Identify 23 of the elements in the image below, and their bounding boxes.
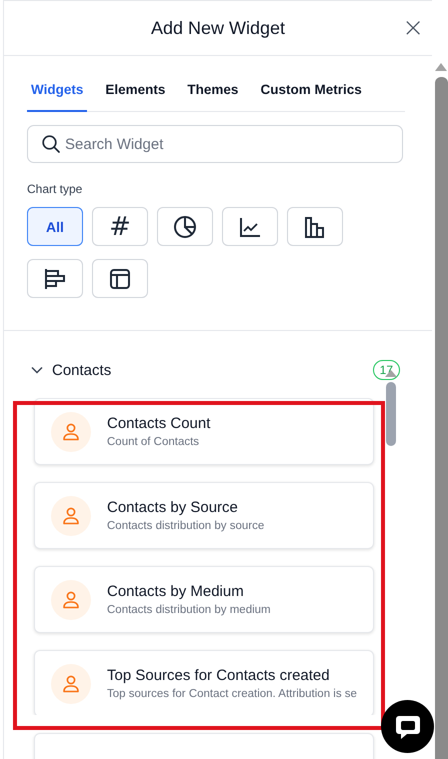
chart-type-label: Chart type: [27, 182, 84, 196]
number-filter-button[interactable]: #: [92, 207, 148, 246]
widget-card[interactable]: Contacts by Medium Contacts distribution by medium: [34, 566, 374, 633]
tab[interactable]: Themes: [183, 74, 242, 112]
widget-description: Contacts distribution by medium: [107, 604, 271, 616]
widget-card[interactable]: Contacts Count Count of Contacts: [34, 398, 374, 465]
widget-description: Count of Contacts: [107, 436, 200, 448]
widget-title: Contacts by Medium: [107, 583, 245, 600]
all-filter-button[interactable]: All: [27, 207, 83, 246]
section-title: Contacts: [52, 362, 112, 378]
widget-card[interactable]: Contacts by Source Contacts distribution by source: [34, 482, 374, 549]
close-button[interactable]: ×: [396, 14, 430, 42]
tab[interactable]: Widgets: [27, 74, 88, 112]
search-field[interactable]: Search Widget: [27, 125, 403, 163]
dialog-title: Add New Widget: [150, 18, 286, 38]
widget-title: Contacts by Source: [107, 499, 239, 516]
widget-description: Contacts distribution by source: [107, 520, 264, 532]
widget-card[interactable]: Top Sources for Contacts created Top sources for Contact creation. Attribution is se: [34, 650, 374, 715]
tab[interactable]: Custom Metrics: [256, 74, 366, 112]
widget-title: Contacts Count: [107, 415, 210, 432]
widget-description: Top sources for Contact creation. Attribution is se: [107, 688, 357, 700]
widget-title: Top Sources for Contacts created: [107, 667, 331, 684]
tab[interactable]: Elements: [101, 74, 170, 112]
